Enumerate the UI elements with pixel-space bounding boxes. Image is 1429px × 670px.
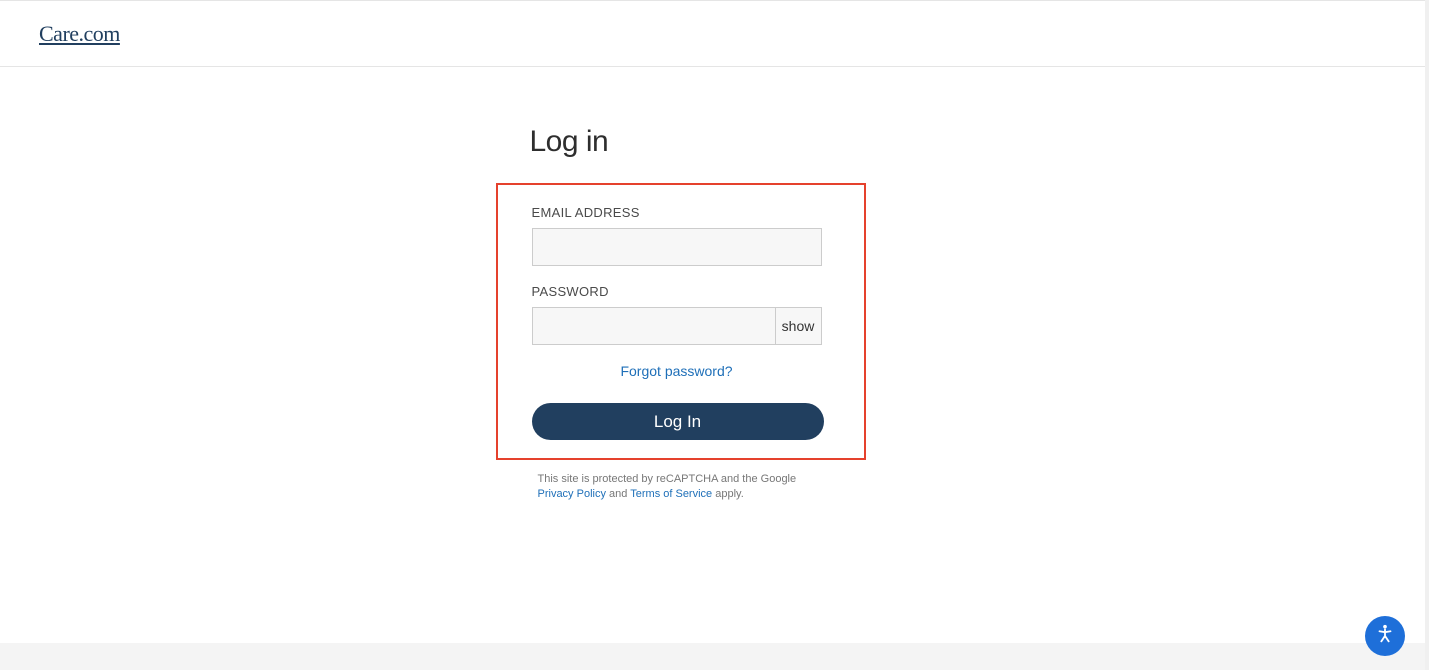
legal-suffix: apply. bbox=[712, 488, 744, 500]
brand-crescent-icon bbox=[15, 20, 39, 48]
password-input-row: show bbox=[532, 307, 822, 345]
email-field-group: EMAIL ADDRESS bbox=[532, 205, 830, 266]
main-content: Log in EMAIL ADDRESS PASSWORD show Forgo… bbox=[0, 67, 1429, 503]
page-title: Log in bbox=[530, 125, 900, 159]
password-input[interactable] bbox=[533, 308, 775, 344]
site-header: Care.com bbox=[0, 0, 1429, 67]
legal-and: and bbox=[606, 488, 630, 500]
email-label: EMAIL ADDRESS bbox=[532, 205, 830, 220]
privacy-policy-link[interactable]: Privacy Policy bbox=[538, 488, 606, 500]
login-container: Log in EMAIL ADDRESS PASSWORD show Forgo… bbox=[530, 125, 900, 503]
brand-name: Care.com bbox=[39, 21, 120, 47]
vertical-scrollbar[interactable] bbox=[1425, 0, 1429, 670]
recaptcha-legal-note: This site is protected by reCAPTCHA and … bbox=[530, 472, 820, 503]
show-password-button[interactable]: show bbox=[775, 308, 821, 344]
login-submit-button[interactable]: Log In bbox=[532, 403, 824, 440]
email-input[interactable] bbox=[532, 228, 822, 266]
accessibility-button[interactable] bbox=[1365, 616, 1405, 656]
legal-prefix: This site is protected by reCAPTCHA and … bbox=[538, 473, 797, 485]
password-field-group: PASSWORD show bbox=[532, 284, 830, 345]
terms-of-service-link[interactable]: Terms of Service bbox=[630, 488, 712, 500]
login-form-highlight: EMAIL ADDRESS PASSWORD show Forgot passw… bbox=[496, 183, 866, 460]
password-label: PASSWORD bbox=[532, 284, 830, 299]
accessibility-icon bbox=[1374, 623, 1396, 650]
forgot-password-link[interactable]: Forgot password? bbox=[620, 363, 732, 379]
footer-bar bbox=[0, 643, 1425, 670]
forgot-password-row: Forgot password? bbox=[532, 363, 822, 381]
brand-logo-link[interactable]: Care.com bbox=[15, 20, 120, 48]
